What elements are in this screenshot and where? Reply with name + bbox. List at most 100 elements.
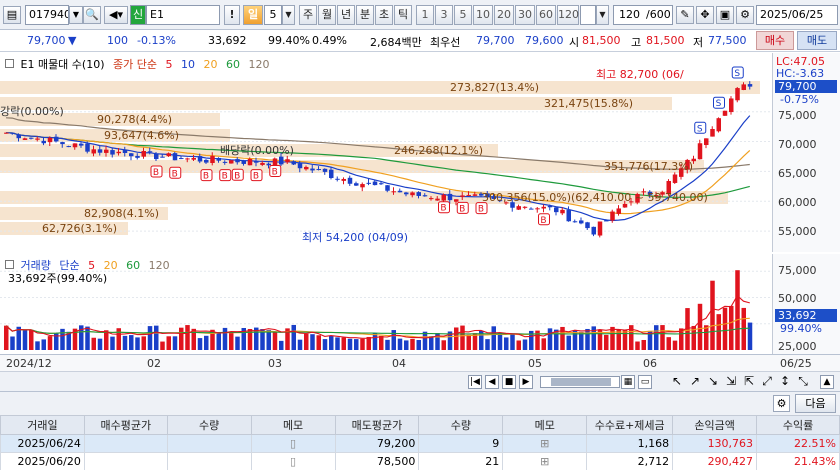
candle-body xyxy=(460,195,465,197)
chart-type-icon[interactable]: ▤ xyxy=(3,6,21,24)
play-icon[interactable]: ▶ xyxy=(519,375,533,389)
speaker-icon[interactable]: ◀▾ xyxy=(104,6,128,24)
x-tick-right: 06/25 xyxy=(780,357,812,370)
tools-icon[interactable]: ✎ xyxy=(676,6,694,24)
candle-body xyxy=(410,192,415,196)
candle-body xyxy=(229,160,234,164)
period-day-button[interactable]: 일 xyxy=(243,5,263,25)
volume-bar xyxy=(366,336,371,350)
zoom-out-icon[interactable]: ▭ xyxy=(638,375,652,389)
period-num-field[interactable]: 5 xyxy=(264,5,282,25)
table-row[interactable]: 2025/06/20 ▯ 78,500 21 ⊞ 2,712 290,427 2… xyxy=(0,452,840,470)
volume-bar xyxy=(729,305,734,350)
current-price: 79,700 xyxy=(27,34,66,47)
legend-checkbox[interactable] xyxy=(5,260,14,269)
count-10-button[interactable]: 10 xyxy=(473,5,493,25)
draw-tool-icon[interactable]: ⇲ xyxy=(724,375,738,389)
candle-body xyxy=(429,198,434,200)
volume-bar xyxy=(735,270,740,350)
first-page-icon[interactable]: |◀ xyxy=(468,375,482,389)
col-header[interactable]: 매수평균가 xyxy=(83,415,168,435)
count-120-button[interactable]: 120 xyxy=(557,5,579,25)
view-total-label: /600 xyxy=(643,5,673,25)
volume-bar xyxy=(60,328,65,350)
draw-tool-icon[interactable]: ↕ xyxy=(778,375,792,389)
candle-body xyxy=(372,181,378,186)
draw-tool-icon[interactable]: ⇱ xyxy=(742,375,756,389)
scroll-track[interactable] xyxy=(540,376,620,388)
count-1-button[interactable]: 1 xyxy=(416,5,434,25)
candle-body xyxy=(741,84,746,91)
count-20-button[interactable]: 20 xyxy=(494,5,514,25)
draw-tool-icon[interactable]: ⤡ xyxy=(796,375,810,389)
count-dropdown[interactable]: ▼ xyxy=(596,5,609,25)
col-header[interactable]: 수량 xyxy=(418,415,504,435)
candle-body xyxy=(191,158,196,160)
search-icon[interactable]: 🔍 xyxy=(83,6,101,24)
col-header[interactable]: 매도평균가 xyxy=(334,415,420,435)
sell-avg: 79,200 xyxy=(334,434,420,453)
expand-icon[interactable]: ▲ xyxy=(820,375,834,389)
period-month-button[interactable]: 월 xyxy=(318,5,336,25)
return-rate: 21.43% xyxy=(756,452,840,470)
count-60-button[interactable]: 60 xyxy=(536,5,556,25)
count-30-button[interactable]: 30 xyxy=(515,5,535,25)
col-header[interactable]: 메모 xyxy=(502,415,588,435)
volume-bar xyxy=(185,325,190,350)
candle-body xyxy=(10,132,15,134)
view-count-field[interactable]: 120 xyxy=(613,5,643,25)
count-5-button[interactable]: 5 xyxy=(454,5,472,25)
buy-button[interactable]: 매수 xyxy=(756,31,794,50)
zoom-icon[interactable]: ▦ xyxy=(621,375,635,389)
toolbar: ▤ 017940 ▼ 🔍 ◀▾ 신 E1 ! 일 5 ▼ 주 월 년 분 초 틱… xyxy=(0,0,840,30)
period-num-dropdown[interactable]: ▼ xyxy=(282,5,295,25)
draw-tool-icon[interactable]: ↗ xyxy=(688,375,702,389)
volume-bar xyxy=(716,314,721,350)
col-header[interactable]: 거래일 xyxy=(0,415,85,435)
candle-body xyxy=(22,138,28,140)
period-year-button[interactable]: 년 xyxy=(337,5,355,25)
col-header[interactable]: 수익률 xyxy=(756,415,840,435)
draw-tool-icon[interactable]: ⤢ xyxy=(760,375,774,389)
alert-button[interactable]: ! xyxy=(224,5,240,25)
sell-button[interactable]: 매도 xyxy=(797,31,837,50)
memo-edit-icon[interactable]: ⊞ xyxy=(502,434,588,453)
period-minute-button[interactable]: 분 xyxy=(356,5,374,25)
volume-bar xyxy=(266,330,271,350)
date-field[interactable]: 2025/06/25 xyxy=(756,5,838,25)
candle-body xyxy=(722,110,728,116)
col-header[interactable]: 메모 xyxy=(250,415,336,435)
stop-icon[interactable]: ■ xyxy=(502,375,516,389)
col-header[interactable]: 수수료+제세금 xyxy=(586,415,674,435)
volume-bar xyxy=(610,326,615,350)
candle-body xyxy=(622,203,628,208)
memo-icon[interactable]: ▯ xyxy=(250,434,336,453)
next-button[interactable]: 다음 xyxy=(795,394,836,413)
dropdown-arrow-icon[interactable]: ▼ xyxy=(69,6,83,24)
col-header[interactable]: 손익금액 xyxy=(672,415,758,435)
memo-icon[interactable]: ▯ xyxy=(250,452,336,470)
memo-edit-icon[interactable]: ⊞ xyxy=(502,452,588,470)
prev-page-icon[interactable]: ◀ xyxy=(485,375,499,389)
legend-checkbox[interactable] xyxy=(5,59,14,68)
stock-code-input[interactable]: 017940 xyxy=(25,5,69,25)
stock-name-field[interactable]: E1 xyxy=(146,5,220,25)
period-second-button[interactable]: 초 xyxy=(375,5,393,25)
period-week-button[interactable]: 주 xyxy=(299,5,317,25)
count-3-button[interactable]: 3 xyxy=(435,5,453,25)
candle-body xyxy=(272,158,278,166)
volume-bar xyxy=(116,328,121,350)
draw-tool-icon[interactable]: ↘ xyxy=(706,375,720,389)
table-row[interactable]: 2025/06/24 ▯ 79,200 9 ⊞ 1,168 130,763 22… xyxy=(0,434,840,453)
save-icon[interactable]: ▣ xyxy=(716,6,734,24)
volume-bar xyxy=(310,334,315,350)
draw-tool-icon[interactable]: ↖ xyxy=(670,375,684,389)
crosshair-icon[interactable]: ✥ xyxy=(696,6,714,24)
volume-bar xyxy=(229,332,234,350)
period-tick-button[interactable]: 틱 xyxy=(394,5,412,25)
gear-icon[interactable]: ⚙ xyxy=(736,6,754,24)
col-header[interactable]: 수량 xyxy=(166,415,252,435)
scroll-thumb[interactable] xyxy=(551,378,611,386)
count-blank-field[interactable] xyxy=(580,5,596,25)
settings-icon[interactable]: ⚙ xyxy=(773,395,790,412)
